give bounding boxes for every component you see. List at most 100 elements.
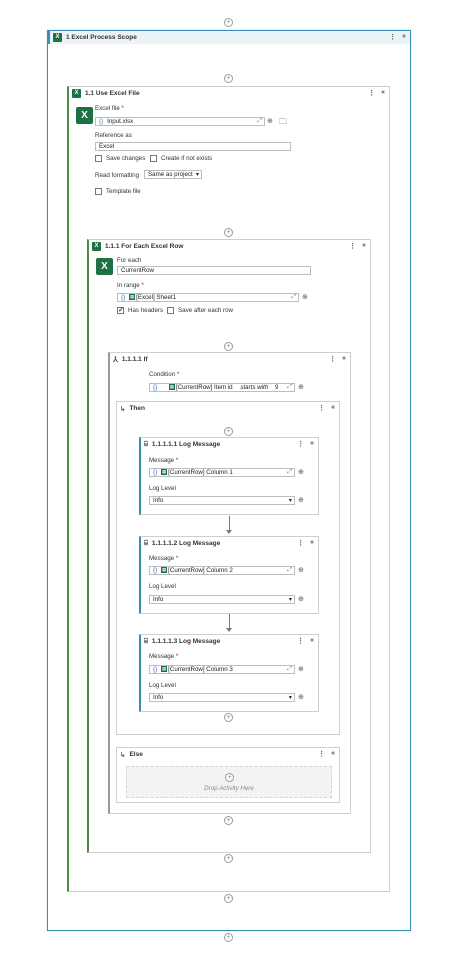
log-message-icon: ⌸ bbox=[144, 539, 148, 547]
collapse-up-icon[interactable]: « bbox=[402, 33, 406, 41]
collapse-up-icon[interactable]: « bbox=[362, 242, 366, 250]
expand-icon[interactable]: ⤢ bbox=[257, 118, 262, 125]
add-activity-icon[interactable]: + bbox=[224, 18, 233, 27]
log-message-header[interactable]: ⌸ 1.1.1.1.2 Log Message ⋮ « bbox=[141, 537, 318, 550]
expression-braces-icon[interactable]: {} bbox=[153, 384, 157, 391]
more-vertical-icon[interactable]: ⋮ bbox=[318, 404, 325, 412]
more-vertical-icon[interactable]: ⋮ bbox=[297, 539, 304, 547]
collapse-up-icon[interactable]: « bbox=[342, 355, 346, 363]
add-activity-icon[interactable]: + bbox=[224, 74, 233, 83]
template-file-checkbox[interactable] bbox=[95, 188, 102, 195]
log-message-title: 1.1.1.1.2 Log Message bbox=[151, 540, 221, 547]
add-activity-icon[interactable]: + bbox=[224, 854, 233, 863]
add-plus-icon[interactable]: ⊕ bbox=[267, 117, 273, 125]
excel-file-large-icon: X bbox=[76, 107, 93, 124]
template-file-label: Template file bbox=[106, 188, 141, 195]
use-excel-header[interactable]: X 1.1 Use Excel File ⋮ « bbox=[69, 87, 389, 100]
excel-file-label: Excel file * bbox=[95, 105, 124, 112]
log-message-header[interactable]: ⌸ 1.1.1.1.1 Log Message ⋮ « bbox=[141, 438, 318, 451]
more-vertical-icon[interactable]: ⋮ bbox=[389, 33, 396, 41]
message-input[interactable]: {} ▦ [CurrentRow] Column 1 ⤢ bbox=[149, 468, 295, 477]
create-if-not-exists-checkbox[interactable] bbox=[150, 155, 157, 162]
log-level-select[interactable]: Info ▾ bbox=[149, 595, 295, 604]
more-vertical-icon[interactable]: ⋮ bbox=[297, 440, 304, 448]
log-message-icon: ⌸ bbox=[144, 637, 148, 645]
add-plus-icon[interactable]: ⊕ bbox=[298, 595, 304, 603]
use-excel-title: 1.1 Use Excel File bbox=[85, 90, 140, 97]
if-title: 1.1.1.1 If bbox=[121, 356, 148, 363]
collapse-up-icon[interactable]: « bbox=[310, 539, 314, 547]
add-plus-icon[interactable]: ⊕ bbox=[298, 468, 304, 476]
else-branch-icon: ↳ bbox=[120, 751, 126, 759]
then-header[interactable]: ↳ Then ⋮ « bbox=[117, 402, 339, 415]
then-branch-icon: ↳ bbox=[120, 405, 126, 413]
add-activity-icon[interactable]: + bbox=[224, 427, 233, 436]
for-each-input[interactable]: CurrentRow bbox=[117, 266, 311, 275]
more-vertical-icon[interactable]: ⋮ bbox=[318, 750, 325, 758]
message-label: Message * bbox=[149, 653, 179, 660]
in-range-input[interactable]: {} ▦ [Excel] Sheet1 ⤢ bbox=[117, 293, 299, 302]
collapse-up-icon[interactable]: « bbox=[331, 404, 335, 412]
more-vertical-icon[interactable]: ⋮ bbox=[297, 637, 304, 645]
log-level-label: Log Level bbox=[149, 583, 176, 590]
message-input[interactable]: {} ▦ [CurrentRow] Column 3 ⤢ bbox=[149, 665, 295, 674]
expand-icon[interactable]: ⤢ bbox=[287, 469, 292, 476]
log-message-header[interactable]: ⌸ 1.1.1.1.3 Log Message ⋮ « bbox=[141, 635, 318, 648]
add-plus-icon[interactable]: ⊕ bbox=[298, 693, 304, 701]
add-activity-icon[interactable]: + bbox=[224, 894, 233, 903]
expression-braces-icon[interactable]: {} bbox=[153, 567, 157, 574]
add-plus-icon[interactable]: ⊕ bbox=[298, 665, 304, 673]
log-level-select[interactable]: Info ▾ bbox=[149, 496, 295, 505]
add-activity-icon[interactable]: + bbox=[224, 933, 233, 942]
add-activity-icon[interactable]: + bbox=[224, 816, 233, 825]
collapse-up-icon[interactable]: « bbox=[331, 750, 335, 758]
branch-icon: ⅄ bbox=[113, 355, 118, 364]
collapse-up-icon[interactable]: « bbox=[381, 89, 385, 97]
add-plus-icon[interactable]: ⊕ bbox=[298, 383, 304, 391]
log-message-title: 1.1.1.1.3 Log Message bbox=[151, 638, 221, 645]
else-header[interactable]: ↳ Else ⋮ « bbox=[117, 748, 339, 761]
scope-header[interactable]: X 1 Excel Process Scope ⋮ « bbox=[48, 31, 410, 44]
has-headers-checkbox[interactable] bbox=[117, 306, 124, 314]
create-if-not-exists-label: Create if not exists bbox=[161, 155, 213, 162]
save-after-each-row-label: Save after each row bbox=[178, 307, 234, 314]
else-title: Else bbox=[129, 751, 143, 758]
folder-icon[interactable]: 🗀 bbox=[279, 116, 287, 130]
expand-icon[interactable]: ⤢ bbox=[287, 666, 292, 673]
reference-as-input[interactable]: Excel bbox=[95, 142, 291, 151]
excel-file-input[interactable]: {} Input.xlsx ⤢ bbox=[95, 117, 265, 126]
add-plus-icon[interactable]: ⊕ bbox=[302, 293, 308, 301]
if-header[interactable]: ⅄ 1.1.1.1 If ⋮ « bbox=[110, 353, 350, 366]
expand-icon[interactable]: ⤢ bbox=[287, 567, 292, 574]
add-plus-icon[interactable]: ⊕ bbox=[298, 566, 304, 574]
expression-braces-icon[interactable]: {} bbox=[99, 118, 103, 125]
chevron-down-icon: ▾ bbox=[195, 171, 199, 178]
add-activity-icon[interactable]: + bbox=[224, 228, 233, 237]
expression-braces-icon[interactable]: {} bbox=[121, 294, 125, 301]
add-plus-icon[interactable]: ⊕ bbox=[298, 496, 304, 504]
add-activity-icon[interactable]: + bbox=[224, 713, 233, 722]
in-range-label: In range * bbox=[117, 282, 144, 289]
collapse-up-icon[interactable]: « bbox=[310, 440, 314, 448]
chevron-down-icon: ▾ bbox=[288, 596, 292, 603]
expand-icon[interactable]: ⤢ bbox=[287, 384, 292, 391]
expression-braces-icon[interactable]: {} bbox=[153, 469, 157, 476]
more-vertical-icon[interactable]: ⋮ bbox=[368, 89, 375, 97]
drop-activity-zone[interactable]: + Drop Activity Here bbox=[126, 766, 332, 798]
more-vertical-icon[interactable]: ⋮ bbox=[329, 355, 336, 363]
add-activity-icon[interactable]: + bbox=[225, 773, 234, 782]
collapse-up-icon[interactable]: « bbox=[310, 637, 314, 645]
expression-braces-icon[interactable]: {} bbox=[153, 666, 157, 673]
message-input[interactable]: {} ▦ [CurrentRow] Column 2 ⤢ bbox=[149, 566, 295, 575]
condition-input[interactable]: {} ▦ [CurrentRow] Item id starts with 9 ⤢ bbox=[149, 383, 295, 392]
read-formatting-select[interactable]: Same as project ▾ bbox=[144, 170, 202, 179]
read-formatting-label: Read formatting bbox=[95, 172, 140, 179]
add-activity-icon[interactable]: + bbox=[224, 342, 233, 351]
save-after-each-row-checkbox[interactable] bbox=[167, 307, 174, 314]
expand-icon[interactable]: ⤢ bbox=[291, 294, 296, 301]
save-changes-checkbox[interactable] bbox=[95, 155, 102, 162]
drop-activity-text: Drop Activity Here bbox=[204, 785, 254, 792]
log-level-select[interactable]: Info ▾ bbox=[149, 693, 295, 702]
more-vertical-icon[interactable]: ⋮ bbox=[349, 242, 356, 250]
for-each-header[interactable]: X 1.1.1 For Each Excel Row ⋮ « bbox=[89, 240, 370, 253]
